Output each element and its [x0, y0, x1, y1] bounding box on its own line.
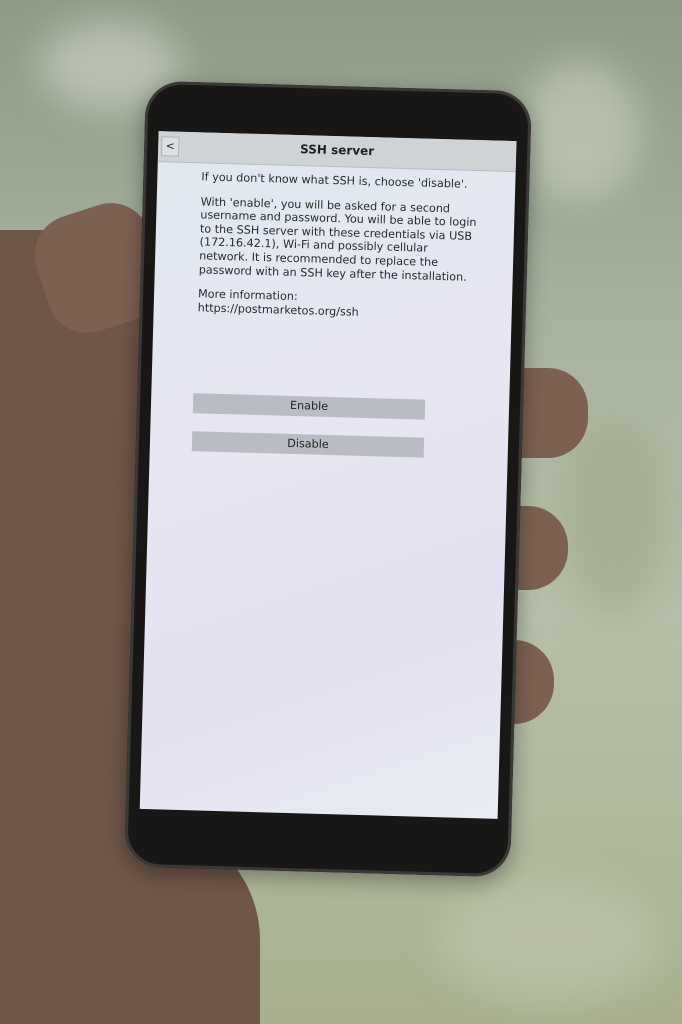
background-blur	[440, 880, 660, 1000]
enable-button[interactable]: Enable	[192, 393, 426, 420]
phone: < SSH server If you don't know what SSH …	[124, 80, 532, 878]
details-text: With 'enable', you will be asked for a s…	[198, 194, 477, 284]
background-blur	[560, 420, 670, 620]
window-title: SSH server	[299, 142, 375, 159]
phone-screen: < SSH server If you don't know what SSH …	[139, 131, 517, 819]
intro-text: If you don't know what SSH is, choose 'd…	[201, 170, 468, 191]
title-bar: < SSH server	[157, 131, 517, 173]
info-text: If you don't know what SSH is, choose 'd…	[198, 170, 480, 322]
disable-button[interactable]: Disable	[191, 431, 425, 458]
background-blur	[520, 60, 640, 200]
more-info: More information: https://postmarketos.o…	[198, 287, 477, 322]
